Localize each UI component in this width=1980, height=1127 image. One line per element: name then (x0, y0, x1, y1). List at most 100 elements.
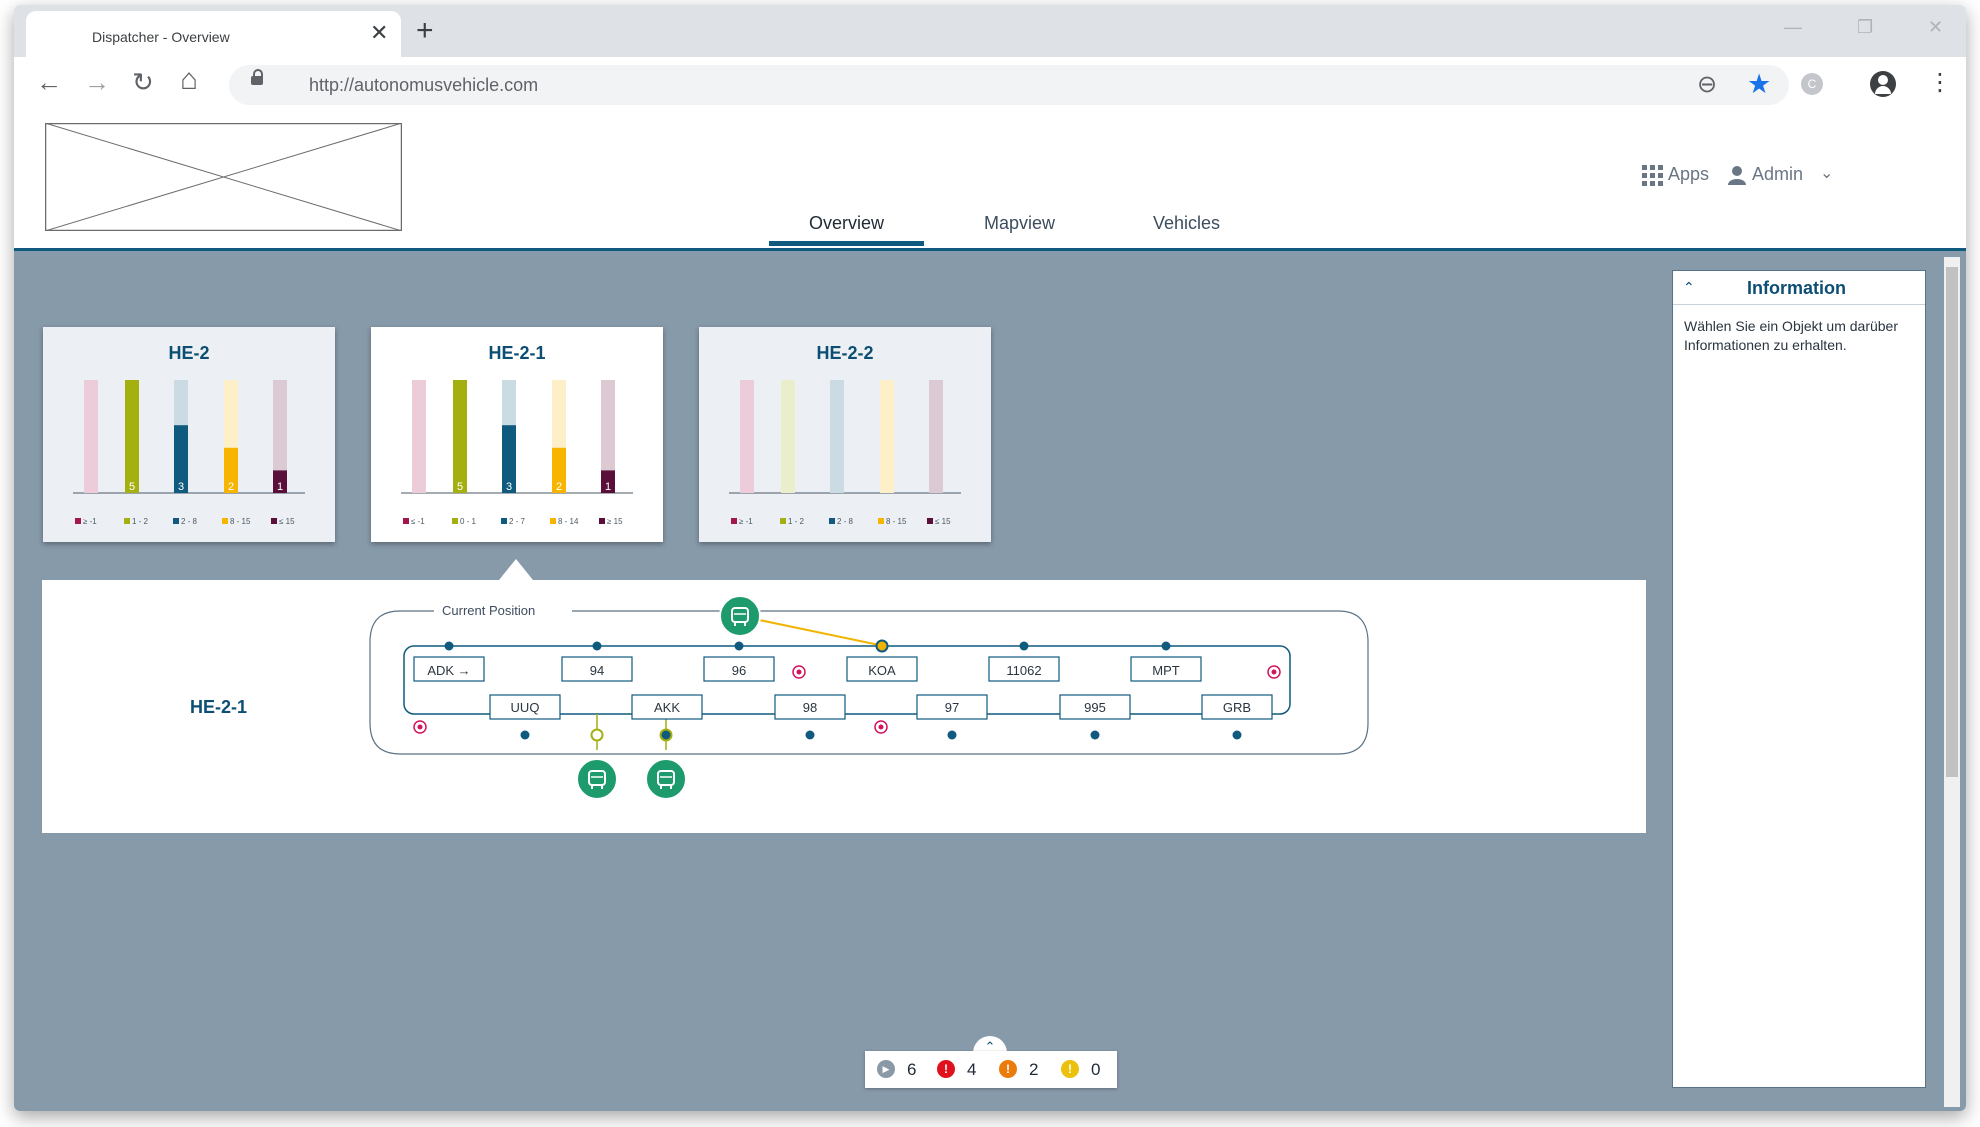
chart-card-he-2[interactable]: HE-2 ≥ -1 5 1 - 232 - 828 - 15 1 ≤ 15 (43, 327, 335, 542)
station-dot (1019, 641, 1029, 651)
back-icon[interactable]: ← (36, 69, 62, 95)
status-bar: ▶ 6 ! 4 ! 2 ! 0 (865, 1051, 1117, 1088)
user-chevron-down-icon[interactable]: ⌄ (1820, 163, 1833, 183)
legend-swatch (731, 518, 737, 524)
legend-label: 1 - 2 (132, 517, 149, 526)
tab-close-icon[interactable]: ✕ (370, 22, 388, 44)
legend-swatch (780, 518, 786, 524)
information-header[interactable]: ⌃ Information (1673, 271, 1925, 305)
status-count-running: 6 (907, 1060, 917, 1079)
station-dot (1090, 730, 1100, 740)
vehicle-position-marker (659, 728, 673, 742)
route-diagram: Current Position ADK → 94 96 KOA 11062 MPT UUQ A… (369, 595, 1369, 800)
vehicle-icon (645, 758, 687, 800)
chart-card-he-2-1[interactable]: HE-2-1 ≤ -1 5 0 - 132 - 728 - 14 1 ≥ 15 (371, 327, 663, 542)
legend-label: ≤ 15 (279, 517, 295, 526)
legend-swatch (501, 518, 507, 524)
legend-label: 1 - 2 (788, 517, 805, 526)
bar-value-label: 5 (457, 481, 463, 493)
station-dot (1232, 730, 1242, 740)
legend-label: 8 - 15 (230, 517, 251, 526)
bar-chart: ≥ -1 5 1 - 2 3 2 - 8 2 8 - 15 1 ≤ 15 (73, 380, 305, 526)
bar-value-label: 1 (605, 481, 611, 493)
tab-vehicles[interactable]: Vehicles (1153, 213, 1220, 234)
information-panel: ⌃ Information Wählen Sie ein Objekt um d… (1672, 270, 1926, 1088)
station-dot (592, 641, 602, 651)
legend-swatch (222, 518, 228, 524)
legend-label: 2 - 8 (837, 517, 854, 526)
user-menu[interactable]: Admin (1752, 164, 1803, 185)
address-bar[interactable]: http://autonomusvehicle.com ⊖ ★ (229, 65, 1789, 105)
bar-background (412, 380, 426, 493)
bar (125, 380, 139, 493)
home-icon[interactable]: ⌂ (180, 65, 198, 95)
bar-background (740, 380, 754, 493)
legend-swatch (927, 518, 933, 524)
zoom-icon[interactable]: ⊖ (1697, 70, 1717, 99)
warning-icon: ! (999, 1060, 1017, 1078)
extension-icon[interactable]: C (1801, 73, 1823, 95)
station-dot (947, 730, 957, 740)
tab-overview[interactable]: Overview (809, 213, 884, 234)
forward-icon[interactable]: → (84, 69, 110, 95)
station-label: ADK → (427, 663, 470, 678)
bar-background (84, 380, 98, 493)
station-label: MPT (1152, 663, 1180, 678)
station-label: 995 (1084, 700, 1106, 715)
legend-label: ≤ -1 (411, 517, 425, 526)
apps-link[interactable]: Apps (1668, 164, 1709, 185)
chart-card-he-2-2[interactable]: HE-2-2 ≥ -1 1 - 22 - 88 - 15 ≤ 15 (699, 327, 991, 542)
vehicle-position-marker (590, 728, 604, 742)
bar-chart: ≥ -1 1 - 2 2 - 8 8 - 15 ≤ 15 (729, 380, 961, 526)
bookmark-star-icon[interactable]: ★ (1747, 69, 1771, 100)
reload-icon[interactable]: ↻ (132, 69, 154, 95)
lock-icon[interactable] (251, 69, 263, 85)
bar-value-label: 5 (129, 481, 135, 493)
legend-swatch (599, 518, 605, 524)
collapse-chevron-icon[interactable]: ⌃ (1683, 279, 1695, 296)
status-count-warning: 2 (1029, 1060, 1039, 1079)
bar-background (880, 380, 894, 493)
new-tab-button[interactable]: + (416, 16, 434, 46)
selection-pointer (499, 559, 533, 580)
info-warning-icon: ! (1061, 1060, 1079, 1078)
information-title: Information (1747, 278, 1846, 298)
vehicle-icon (719, 595, 761, 637)
main-content: HE-2 ≥ -1 5 1 - 232 - 828 - 15 1 ≤ 15 HE-2-1… (14, 251, 1966, 1111)
logo-placeholder (45, 123, 402, 231)
bar-background (929, 380, 943, 493)
legend-label: ≤ 15 (935, 517, 951, 526)
profile-icon[interactable] (1870, 71, 1896, 97)
station-dot (805, 730, 815, 740)
legend-label: 8 - 15 (886, 517, 907, 526)
target-marker-center (417, 724, 423, 730)
legend-swatch (271, 518, 277, 524)
bar (453, 380, 467, 493)
play-icon: ▶ (877, 1060, 895, 1078)
user-icon[interactable] (1727, 165, 1747, 185)
window-close-icon[interactable]: ✕ (1928, 17, 1943, 38)
vehicle-position-marker (875, 639, 889, 653)
restore-icon[interactable]: ❐ (1857, 17, 1873, 38)
url-text[interactable]: http://autonomusvehicle.com (309, 75, 538, 96)
vehicle-link (739, 615, 885, 647)
scrollbar-thumb[interactable] (1946, 267, 1958, 777)
station-label: 94 (590, 663, 604, 678)
browser-tab[interactable]: Dispatcher - Overview ✕ (26, 11, 401, 57)
apps-grid-icon[interactable] (1642, 165, 1663, 186)
browser-toolbar: ← → ↻ ⌂ http://autonomusvehicle.com ⊖ ★ … (14, 57, 1966, 114)
information-text: Wählen Sie ein Objekt um darüber Informa… (1684, 318, 1898, 353)
tab-mapview[interactable]: Mapview (984, 213, 1055, 234)
minimize-icon[interactable]: — (1784, 17, 1802, 38)
target-marker-center (878, 724, 884, 730)
bar-value-label: 2 (556, 481, 562, 493)
station-label: AKK (654, 700, 680, 715)
current-position-label: Current Position (442, 603, 535, 618)
station-label: 97 (945, 700, 959, 715)
bar-value-label: 1 (277, 481, 283, 493)
legend-label: 2 - 7 (509, 517, 526, 526)
legend-label: ≥ -1 (83, 517, 97, 526)
status-count-info: 0 (1091, 1060, 1101, 1079)
station-label: 98 (803, 700, 817, 715)
browser-menu-icon[interactable]: ⋮ (1928, 71, 1952, 95)
